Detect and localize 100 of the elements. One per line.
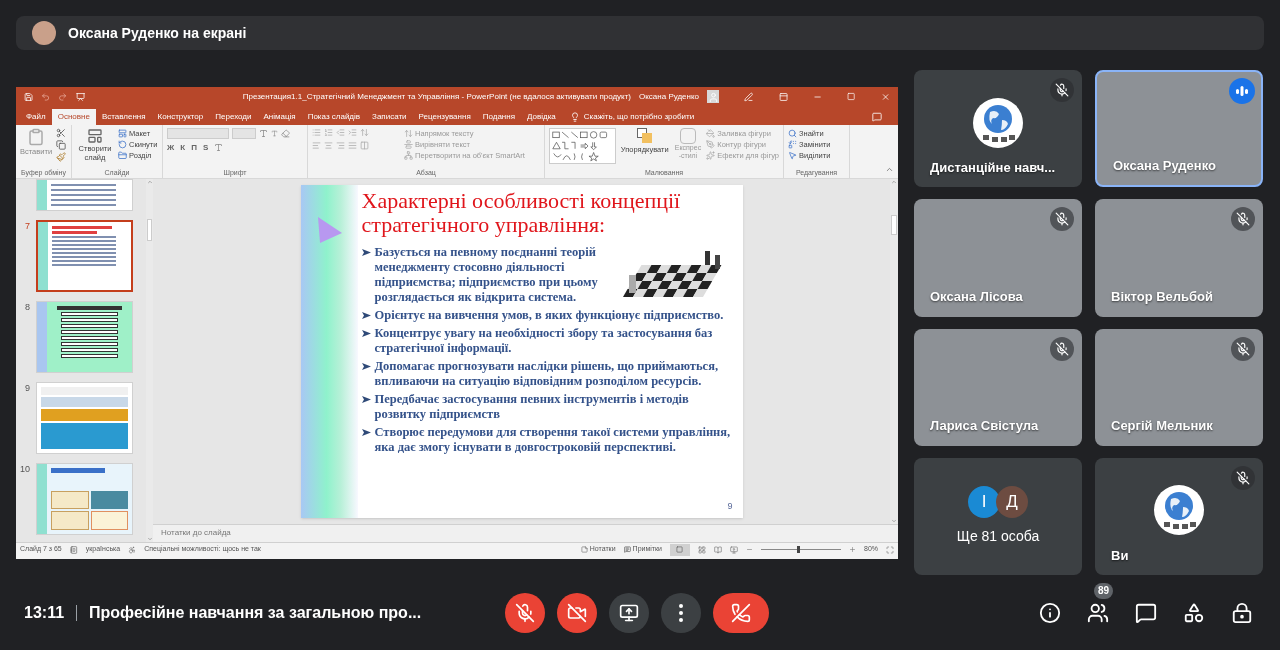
numbering-icon (324, 127, 333, 137)
globe-avatar (973, 97, 1023, 148)
camera-button[interactable] (557, 592, 597, 633)
ribbon-tab[interactable]: Основне (51, 108, 96, 125)
slide-scrollbar[interactable] (890, 178, 898, 524)
muted-mic-icon (1236, 212, 1250, 227)
slideshow-view-icon (730, 545, 738, 554)
scissors-icon (56, 127, 67, 138)
new-slide-icon (87, 127, 103, 144)
font-size-field[interactable] (232, 127, 256, 139)
scrollbar-thumb[interactable] (891, 214, 897, 235)
present-button[interactable] (609, 592, 649, 633)
pen-outline-icon (706, 139, 716, 149)
participant-name: Віктор Вельбой (1111, 288, 1214, 306)
muted-mic-icon (1236, 470, 1250, 485)
present-screen-icon (619, 602, 639, 623)
ribbon-tab[interactable]: Показ слайдів (301, 108, 367, 125)
ribbon-tab[interactable]: Довідка (521, 108, 562, 125)
participant-name: Оксана Руденко (1113, 156, 1216, 175)
window-title: Презентация1.1_Стратегічний Менеджмент та Управління - PowerPoint (не вдалося активувати продукт) (241, 90, 632, 103)
participant-name: Оксана Лісова (930, 288, 1023, 306)
format-button[interactable]: S (202, 142, 209, 153)
slider-thumb[interactable] (797, 546, 800, 553)
line-spacing-icon (360, 127, 369, 137)
normal-view-icon (676, 546, 684, 553)
presenter-text: Оксана Руденко на екрані (68, 23, 247, 43)
chat-icon (1135, 601, 1157, 624)
bullet-text: Орієнтує на вивчення умов, в яких функціонує підприємство. (374, 307, 725, 323)
ribbon-tab[interactable]: Переходи (209, 108, 258, 125)
notes-icon (580, 546, 588, 553)
microphone-button[interactable] (505, 592, 545, 633)
people-icon (1087, 601, 1109, 624)
host-controls-button[interactable] (1230, 600, 1254, 625)
brush-icon (56, 151, 67, 162)
ribbon-tab[interactable]: Подання (476, 108, 522, 125)
format-button[interactable]: Ж (167, 142, 175, 153)
participant-avatar: Д (996, 485, 1028, 518)
ribbon-tab[interactable]: Анімація (257, 108, 302, 125)
align-text-icon (404, 139, 413, 149)
bullet-text: Концентрує увагу на необхідності збору та застосування баз стратегічної інформації. (374, 325, 714, 356)
tell-me-field[interactable]: Скажіть, що потрібно зробити (583, 110, 695, 123)
meeting-time: 13:11 (24, 602, 65, 623)
more-options-button[interactable] (661, 592, 701, 633)
reset-icon (118, 139, 127, 149)
scroll-down-icon (146, 535, 153, 542)
comments-icon (872, 111, 882, 122)
slide-number: 10 (19, 462, 31, 476)
layout-icon (118, 128, 127, 138)
meeting-title: Професійне навчання за загальною про... (89, 602, 422, 623)
section-icon (118, 150, 127, 160)
scroll-down-icon (891, 517, 897, 524)
font-color-icon (214, 143, 224, 152)
align-center-icon (324, 140, 333, 150)
bullet-text: Базується на певному поєднанні теорій менеджменту стосовно діяльності підприємства; підприємство при цьому розглядається як відкрита система. (374, 244, 599, 305)
replace-icon (788, 139, 797, 149)
more-participants-label[interactable]: Ще 81 особа (956, 525, 1040, 547)
slide-thumbnail[interactable] (36, 219, 133, 292)
redo-icon (58, 91, 68, 102)
slide-number: 9 (24, 381, 31, 395)
scroll-up-icon (146, 178, 153, 185)
bullet-text: Допомагає прогнозувати наслідки рішень, що приймаються, впливаючи на ситуацію відповідним розподілом ресурсів. (374, 358, 720, 389)
ribbon-tab[interactable]: Конструктор (151, 108, 210, 125)
normal-view-button[interactable] (670, 543, 690, 556)
comment-icon (623, 546, 631, 553)
shapes-gallery-drawing[interactable] (549, 127, 616, 164)
quick-styles-icon (679, 127, 696, 144)
ribbon-tab[interactable]: Рецензування (412, 108, 477, 125)
ribbon-tab[interactable]: Вставлення (95, 108, 152, 125)
participant-name: Лариса Свістула (930, 417, 1039, 436)
close-icon (880, 91, 890, 102)
bullet-arrow-icon (361, 395, 371, 403)
info-button[interactable] (1038, 600, 1062, 625)
bullet-text: Передбачає застосування певних інструментів і методів розвитку підприємств (374, 391, 690, 422)
indent-icon (348, 127, 357, 137)
count-badge: 89 (1094, 582, 1114, 599)
ribbon-tab[interactable]: Файл (20, 108, 52, 125)
copy-icon (56, 139, 67, 150)
camera-off-icon (567, 602, 587, 623)
shrink-font-icon (271, 129, 278, 137)
page-number: 9 (727, 500, 733, 513)
user-name: Оксана Руденко (639, 90, 700, 103)
hang-up-button[interactable] (713, 592, 769, 633)
zoom-in-icon (849, 546, 856, 553)
speaking-indicator-icon (1229, 78, 1255, 104)
fit-slide-icon (886, 545, 894, 554)
participant-avatar: І (968, 485, 1000, 518)
columns-icon (360, 140, 369, 150)
ribbon-tab[interactable]: Записати (366, 108, 413, 125)
scrollbar-thumb[interactable] (147, 218, 152, 241)
format-button[interactable]: К (180, 142, 186, 153)
lightbulb-icon (569, 111, 580, 122)
font-name-field[interactable] (167, 127, 229, 139)
notes-placeholder[interactable]: Нотатки до слайда (161, 527, 231, 539)
muted-mic-icon (1055, 83, 1069, 97)
format-button[interactable]: П (191, 142, 197, 153)
participant-name: Дистанційне навч... (930, 158, 1056, 177)
bullet-arrow-icon (361, 362, 371, 370)
mic-off-icon (515, 602, 535, 623)
shapes-icon (1183, 601, 1205, 624)
thumbnail-scrollbar[interactable] (146, 178, 153, 542)
